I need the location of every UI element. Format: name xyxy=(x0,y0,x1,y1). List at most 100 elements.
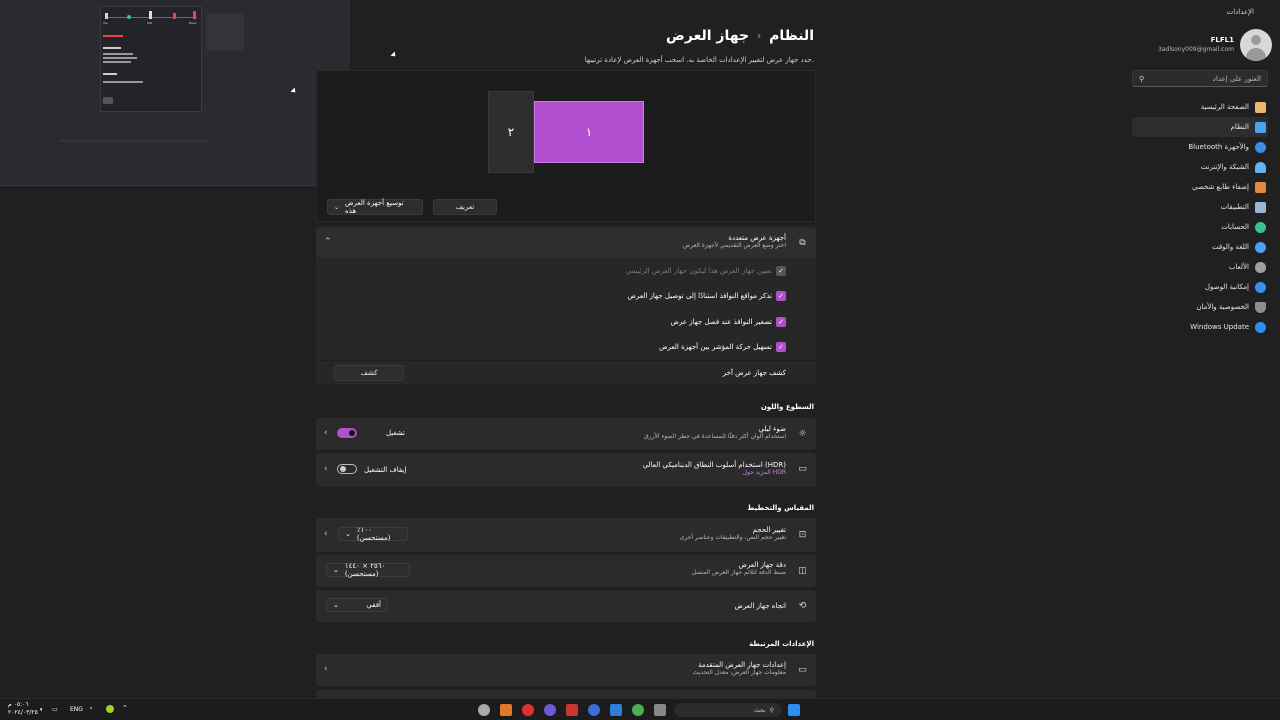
sidebar-item-bluetooth[interactable]: Bluetooth والأجهزة xyxy=(1132,137,1268,157)
next-related-row[interactable] xyxy=(316,690,816,698)
identify-button[interactable]: تعريف xyxy=(433,199,497,215)
sidebar-item-gaming[interactable]: الألعاب xyxy=(1132,257,1268,277)
profile-name: FLFL1 xyxy=(1210,36,1234,44)
thumb-label: Mid xyxy=(147,21,153,25)
tray-app-icon[interactable] xyxy=(106,705,114,713)
sidebar-item-accounts[interactable]: الحسابات xyxy=(1132,217,1268,237)
monitor-2-tile[interactable]: ٢ xyxy=(488,91,534,173)
orientation-icon: ⟲ xyxy=(798,600,807,611)
sidebar-item-personalization[interactable]: إضفاء طابع شخصي xyxy=(1132,177,1268,197)
remember-windows-checkbox[interactable]: ✓ xyxy=(776,291,786,301)
detect-button[interactable]: كشف xyxy=(334,365,404,381)
multiple-displays-header[interactable]: ⧉ أجهزة عرض متعددة اختر وضع العرض التقدي… xyxy=(316,229,816,257)
settings-search-box[interactable]: ⚲ العثور على إعداد xyxy=(1132,70,1268,87)
remember-windows-option[interactable]: ✓ تذكر مواقع النوافذ استنادًا إلى توصيل … xyxy=(316,284,816,308)
app-icon[interactable] xyxy=(632,704,644,716)
volume-icon[interactable]: 🔈︎ xyxy=(40,706,44,714)
search-icon: ⚲ xyxy=(769,706,774,714)
app-icon[interactable] xyxy=(610,704,622,716)
advanced-display-row[interactable]: ▭ إعدادات جهاز العرض المتقدمة معلومات جه… xyxy=(316,654,816,686)
taskbar-search[interactable]: بحث ⚲ xyxy=(674,703,782,717)
chevron-right-icon: ‹ xyxy=(324,664,328,674)
chevron-up-icon[interactable]: ⌃ xyxy=(122,704,128,712)
monitor-1-tile[interactable]: ١ xyxy=(534,101,644,163)
window-thumbnail-preview[interactable]: Top Mid Base xyxy=(0,0,350,186)
sidebar-item-home[interactable]: الصفحة الرئيسية xyxy=(1132,97,1268,117)
monitor-icon xyxy=(1255,121,1266,133)
remember-windows-label: تذكر مواقع النوافذ استنادًا إلى توصيل جه… xyxy=(627,292,772,300)
resize-icon: ⊡ xyxy=(798,529,807,540)
thumb-label: Base xyxy=(189,21,197,25)
sidebar-item-network[interactable]: الشبكة والإنترنت xyxy=(1132,157,1268,177)
laptop-icon: ▭ xyxy=(798,664,807,675)
home-icon xyxy=(1255,101,1266,113)
section-related-settings: الإعدادات المرتبطة xyxy=(749,640,814,648)
sidebar-item-apps[interactable]: التطبيقات xyxy=(1132,197,1268,217)
main-display-label: تعيين جهاز العرض هذا ليكون جهاز العرض ال… xyxy=(625,267,772,275)
brush-icon xyxy=(1255,181,1266,193)
hdr-title: استخدام أسلوب النطاق الديناميكي العالي (… xyxy=(642,461,786,469)
hdr-toggle[interactable] xyxy=(337,464,357,474)
multi-title: أجهزة عرض متعددة xyxy=(728,234,786,242)
sidebar-item-accessibility[interactable]: إمكانية الوصول xyxy=(1132,277,1268,297)
night-light-title: ضوء ليلي xyxy=(758,425,786,433)
night-light-row[interactable]: ☼ ضوء ليلي استخدام ألوان أكثر دفئًا للمس… xyxy=(316,418,816,450)
sidebar-item-system[interactable]: النظام xyxy=(1132,117,1268,137)
windows-start-icon[interactable] xyxy=(788,704,800,716)
apps-icon xyxy=(1255,201,1266,213)
network-icon[interactable]: ▭ xyxy=(52,706,58,713)
chevron-up-icon: ⌃ xyxy=(324,237,332,247)
chevron-down-icon: ⌄ xyxy=(333,601,339,609)
display-arrangement-panel: ٢ ١ تعريف ⌄ توسيع أجهزة العرض هذه xyxy=(316,70,816,222)
app-icon[interactable] xyxy=(566,704,578,716)
main-display-checkbox: ✓ xyxy=(776,266,786,276)
thumb-label: Top xyxy=(103,21,109,25)
breadcrumb-parent[interactable]: النظام xyxy=(769,28,814,44)
ease-cursor-label: تسهيل حركة المؤشر بين أجهزة العرض xyxy=(659,343,772,351)
chrome-icon[interactable] xyxy=(522,704,534,716)
display-mode-select[interactable]: ⌄ توسيع أجهزة العرض هذه xyxy=(327,199,423,215)
section-scale-layout: المقياس والتخطيط xyxy=(747,504,814,512)
scale-select[interactable]: ⌄ ١٠٠٪ (مستحسن) xyxy=(338,526,408,542)
discord-icon[interactable] xyxy=(544,704,556,716)
night-light-subtitle: استخدام ألوان أكثر دفئًا للمساعدة في حظر… xyxy=(644,433,786,440)
avatar[interactable] xyxy=(1240,29,1272,61)
input-method-icon[interactable]: ᵒ xyxy=(90,706,92,713)
chevron-down-icon: ⌄ xyxy=(334,203,340,211)
sidebar-item-time-language[interactable]: اللغة والوقت xyxy=(1132,237,1268,257)
file-explorer-icon[interactable] xyxy=(654,704,666,716)
clock-time: ٠٥:٠٦ م xyxy=(8,701,29,708)
minimize-windows-option[interactable]: ✓ تصغير النوافذ عند فصل جهاز عرض xyxy=(316,310,816,334)
settings-window: Top Mid Base الإعدادات FLFL1 3adlsony009… xyxy=(0,0,1280,720)
hdr-state: إيقاف التشغيل xyxy=(364,466,407,474)
search-input[interactable]: العثور على إعداد xyxy=(1213,75,1261,83)
clock[interactable]: ٠٥:٠٦ م ٢٠٢٤/٠٣/٢٥ xyxy=(8,701,38,717)
night-light-toggle[interactable] xyxy=(337,428,357,438)
app-icon[interactable] xyxy=(500,704,512,716)
language-indicator[interactable]: ENG xyxy=(70,706,83,713)
hdr-row[interactable]: ▭ استخدام أسلوب النطاق الديناميكي العالي… xyxy=(316,453,816,487)
user-profile[interactable]: FLFL1 3adlsony009@gmail.com xyxy=(1132,28,1272,62)
bluetooth-icon xyxy=(1255,141,1266,153)
taskbar-search-label: بحث xyxy=(754,706,766,714)
settings-gear-icon[interactable] xyxy=(478,704,490,716)
sidebar-item-privacy[interactable]: الخصوصية والأمان xyxy=(1132,297,1268,317)
ease-cursor-checkbox[interactable]: ✓ xyxy=(776,342,786,352)
sidebar-item-windows-update[interactable]: Windows Update xyxy=(1132,317,1268,337)
minimize-windows-checkbox[interactable]: ✓ xyxy=(776,317,786,327)
resolution-title: دقة جهاز العرض xyxy=(738,561,786,569)
orientation-select[interactable]: ⌄ أفقي xyxy=(326,598,388,612)
person-icon xyxy=(1255,221,1266,233)
sun-icon: ☼ xyxy=(798,428,807,439)
scale-row[interactable]: ⊡ تغيير الحجم تغيير حجم النص، والتطبيقات… xyxy=(316,518,816,552)
night-light-state: تشغيل xyxy=(386,429,405,437)
app-icon[interactable] xyxy=(588,704,600,716)
hdr-link[interactable]: المزيد حول HDR xyxy=(643,469,786,476)
resolution-select[interactable]: ⌄ ٢٥٦٠ × ١٤٤٠ (مستحسن) xyxy=(326,562,410,578)
resolution-row: ◫ دقة جهاز العرض ضبط الدقة لتلائم جهاز ا… xyxy=(316,555,816,587)
chevron-right-icon: ‹ xyxy=(324,428,328,438)
detect-display-label: كشف جهاز عرض آخر xyxy=(722,369,786,377)
ease-cursor-option[interactable]: ✓ تسهيل حركة المؤشر بين أجهزة العرض xyxy=(316,335,816,359)
detect-display-row: كشف جهاز عرض آخر كشف xyxy=(316,360,816,384)
minimize-windows-label: تصغير النوافذ عند فصل جهاز عرض xyxy=(670,318,772,326)
